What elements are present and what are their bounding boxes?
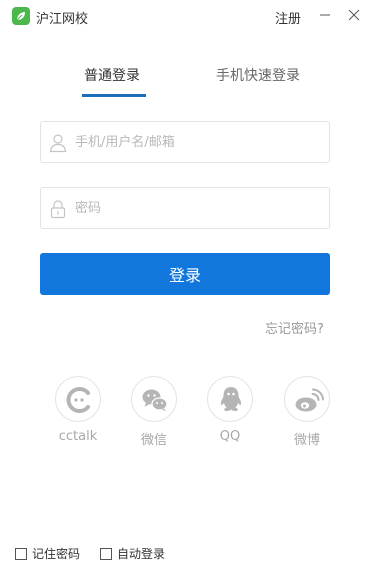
lock-icon [50,200,66,219]
weibo-login-button[interactable]: 微博 [284,376,330,448]
close-icon [348,9,360,21]
cctalk-login-button[interactable]: cctalk [55,376,101,444]
close-button[interactable] [345,6,363,24]
account-input[interactable] [75,128,323,156]
account-field[interactable] [40,121,330,163]
forgot-password-link[interactable]: 忘记密码? [265,318,324,337]
login-button[interactable]: 登录 [40,253,330,295]
remember-password-label: 记住密码 [32,547,81,561]
title-bar: 沪江网校 注册 [0,0,370,32]
auto-login-box[interactable] [100,547,112,560]
user-icon [49,134,67,153]
register-link[interactable]: 注册 [275,8,301,27]
wechat-label: 微信 [140,433,167,448]
wechat-icon [131,376,177,422]
qq-label: QQ [219,429,241,444]
weibo-label: 微博 [293,433,320,448]
app-title: 沪江网校 [36,12,89,27]
app-logo-icon [12,7,30,25]
remember-password-box[interactable] [15,547,27,560]
weibo-icon [284,376,330,422]
minimize-button[interactable] [316,6,334,24]
password-field[interactable] [40,187,330,229]
remember-password-checkbox[interactable]: 记住密码 [15,545,80,562]
password-input[interactable] [75,194,323,222]
qq-icon [207,376,253,422]
qq-login-button[interactable]: QQ [207,376,253,444]
cctalk-icon [55,376,101,422]
tab-normal-login[interactable]: 普通登录 [84,65,140,97]
active-tab-indicator [82,94,146,97]
minimize-icon [320,14,330,16]
wechat-login-button[interactable]: 微信 [131,376,177,448]
auto-login-checkbox[interactable]: 自动登录 [100,545,165,562]
cctalk-label: cctalk [58,429,98,444]
auto-login-label: 自动登录 [117,547,166,561]
tab-phone-quick-login[interactable]: 手机快速登录 [216,65,300,97]
